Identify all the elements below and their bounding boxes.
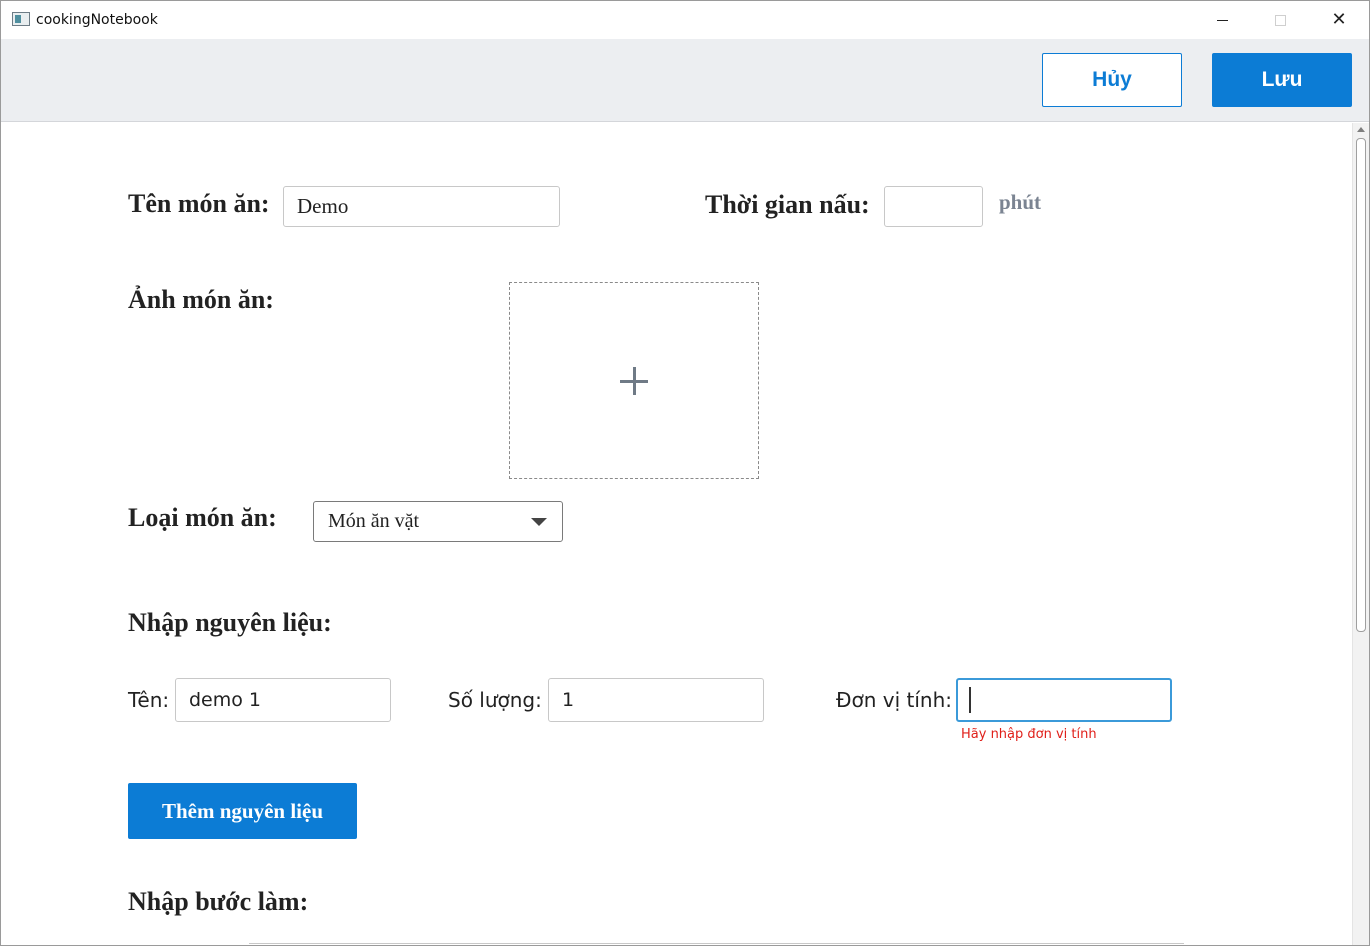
ingredient-unit-label: Đơn vị tính: (836, 688, 953, 712)
category-selected-value: Món ăn vặt (328, 510, 420, 532)
title-bar: cookingNotebook ✕ (1, 1, 1369, 39)
app-window: cookingNotebook ✕ Hủy Lưu Tên món ăn: De… (0, 0, 1370, 946)
app-icon (12, 12, 30, 26)
action-toolbar: Hủy Lưu (1, 39, 1369, 122)
plus-icon (620, 366, 648, 395)
ingredient-name-value: demo 1 (189, 689, 262, 711)
image-label: Ảnh món ăn: (128, 285, 274, 314)
vertical-scrollbar[interactable] (1352, 123, 1369, 945)
window-title: cookingNotebook (36, 12, 158, 28)
dish-name-value: Demo (297, 194, 349, 218)
cook-time-label: Thời gian nấu: (705, 190, 870, 219)
cook-time-input[interactable] (884, 186, 983, 227)
ingredient-name-input[interactable]: demo 1 (175, 678, 391, 722)
add-ingredient-button[interactable]: Thêm nguyên liệu (128, 783, 357, 839)
unit-error-message: Hãy nhập đơn vị tính (961, 727, 1097, 742)
category-select[interactable]: Món ăn vặt (313, 501, 563, 542)
cancel-button[interactable]: Hủy (1042, 53, 1182, 107)
close-icon: ✕ (1331, 9, 1347, 30)
ingredient-name-label: Tên: (128, 688, 170, 712)
close-button[interactable]: ✕ (1310, 1, 1368, 39)
steps-input-edge (249, 943, 1184, 944)
ingredient-quantity-label: Số lượng: (448, 688, 542, 712)
text-caret (969, 687, 971, 713)
ingredient-unit-input[interactable] (956, 678, 1172, 722)
form-area: Tên món ăn: Demo Thời gian nấu: phút Ảnh… (1, 123, 1352, 945)
steps-heading: Nhập bước làm: (128, 887, 309, 916)
category-label: Loại món ăn: (128, 503, 277, 532)
maximize-icon (1274, 14, 1286, 26)
minimize-button[interactable] (1193, 1, 1251, 39)
dish-name-input[interactable]: Demo (283, 186, 560, 227)
minimize-icon (1216, 19, 1228, 21)
chevron-down-icon (531, 518, 547, 526)
scroll-up-arrow-icon[interactable] (1357, 127, 1365, 132)
ingredient-quantity-input[interactable]: 1 (548, 678, 764, 722)
dish-name-label: Tên món ăn: (128, 189, 270, 218)
image-upload-box[interactable] (509, 282, 759, 479)
maximize-button[interactable] (1251, 1, 1309, 39)
save-button[interactable]: Lưu (1212, 53, 1352, 107)
ingredients-heading: Nhập nguyên liệu: (128, 608, 332, 637)
cook-time-unit: phút (999, 190, 1042, 214)
ingredient-quantity-value: 1 (562, 689, 575, 711)
scrollbar-thumb[interactable] (1356, 138, 1366, 632)
